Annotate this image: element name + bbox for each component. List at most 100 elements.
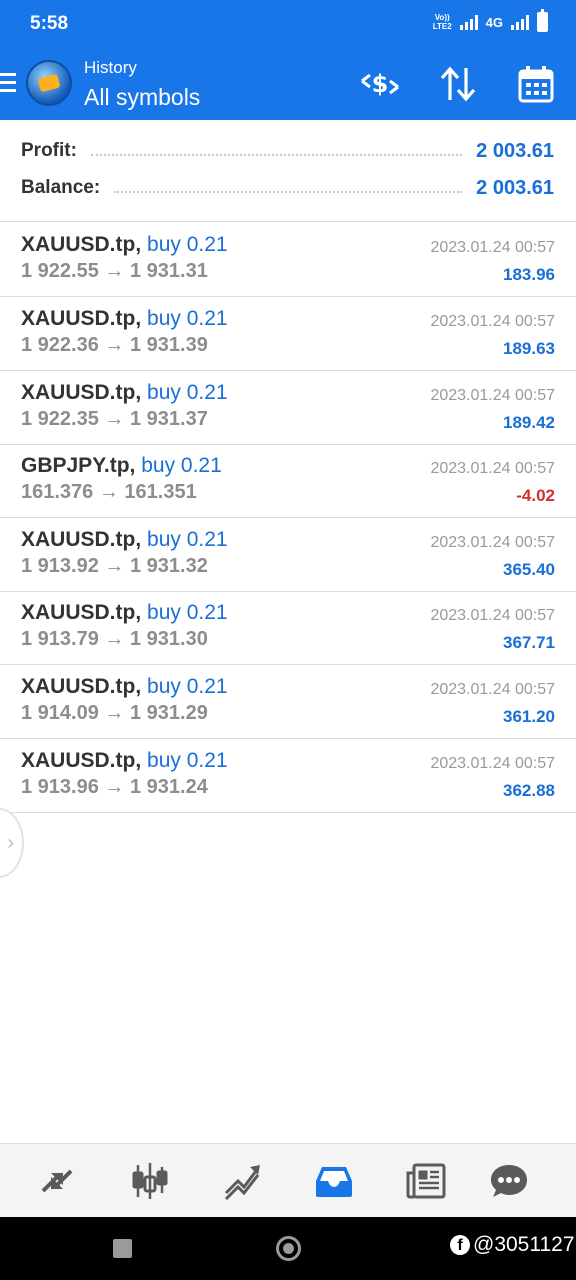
status-bar: 5:58 Vo)) LTE2 4G (0, 0, 576, 48)
arrow-icon: → (104, 260, 125, 282)
arrow-icon: → (104, 334, 125, 356)
balance-value: 2 003.61 (476, 176, 554, 199)
status-time: 5:58 (30, 13, 69, 34)
deal-open-price: 161.376 (21, 481, 94, 503)
deal-row[interactable]: XAUUSD.tp, buy 0.21 1 913.79 → 1 931.30 … (0, 591, 576, 665)
deal-open-price: 1 922.55 (21, 260, 99, 282)
dotted-leader (114, 191, 463, 193)
profit-value: 2 003.61 (476, 139, 554, 162)
deal-time: 2023.01.24 00:57 (430, 755, 555, 772)
deal-symbol: XAUUSD.tp, (21, 307, 142, 330)
deal-type: buy 0.21 (147, 233, 228, 256)
deal-profit: 189.63 (503, 339, 555, 358)
deal-profit: 189.42 (503, 413, 555, 432)
home-button[interactable] (276, 1236, 301, 1261)
svg-text:$: $ (372, 70, 389, 98)
deal-profit: 365.40 (503, 560, 555, 579)
page-subtitle: History (84, 58, 137, 77)
balance-row: Balance: 2 003.61 (21, 173, 554, 203)
deal-close-price: 161.351 (124, 481, 197, 503)
deal-time: 2023.01.24 00:57 (430, 534, 555, 551)
menu-icon[interactable] (0, 73, 16, 93)
deal-row[interactable]: XAUUSD.tp, buy 0.21 1 922.35 → 1 931.37 … (0, 371, 576, 445)
app-logo[interactable] (26, 60, 72, 106)
deal-open-price: 1 914.09 (21, 702, 99, 724)
news-icon[interactable] (380, 1144, 472, 1218)
deal-row[interactable]: XAUUSD.tp, buy 0.21 1 913.96 → 1 931.24 … (0, 739, 576, 813)
deal-symbol: XAUUSD.tp, (21, 675, 142, 698)
deal-profit: -4.02 (516, 486, 555, 505)
deal-row[interactable]: XAUUSD.tp, buy 0.21 1 922.36 → 1 931.39 … (0, 297, 576, 371)
arrow-icon: → (104, 776, 125, 798)
quotes-icon[interactable] (11, 1144, 103, 1218)
system-nav-bar: f @3051127 (0, 1217, 576, 1280)
deal-type: buy 0.21 (147, 307, 228, 330)
calendar-icon[interactable] (514, 64, 558, 104)
arrow-icon: → (104, 555, 125, 577)
deal-type: buy 0.21 (141, 454, 222, 477)
deal-time: 2023.01.24 00:57 (430, 460, 555, 477)
chart-icon[interactable] (104, 1144, 196, 1218)
volte-icon: Vo)) LTE2 (432, 13, 452, 31)
deal-symbol: XAUUSD.tp, (21, 601, 142, 624)
battery-icon (537, 9, 548, 32)
sort-icon[interactable] (436, 64, 480, 104)
status-icons: Vo)) LTE2 4G (432, 9, 548, 32)
deal-symbol: XAUUSD.tp, (21, 749, 142, 772)
deal-profit: 183.96 (503, 265, 555, 284)
deal-close-price: 1 931.30 (129, 628, 208, 650)
deal-row[interactable]: XAUUSD.tp, buy 0.21 1 913.92 → 1 931.32 … (0, 518, 576, 592)
deal-time: 2023.01.24 00:57 (430, 387, 555, 404)
deal-open-price: 1 913.92 (21, 555, 99, 577)
deal-close-price: 1 931.31 (129, 260, 208, 282)
deal-close-price: 1 931.37 (129, 408, 208, 430)
signal-icon (459, 14, 478, 30)
deal-type: buy 0.21 (147, 381, 228, 404)
arrow-icon: → (98, 481, 119, 503)
deal-time: 2023.01.24 00:57 (430, 681, 555, 698)
deal-row[interactable]: GBPJPY.tp, buy 0.21 161.376 → 161.351 20… (0, 444, 576, 518)
deal-close-price: 1 931.29 (129, 702, 208, 724)
deal-time: 2023.01.24 00:57 (430, 239, 555, 256)
network-type: 4G (485, 14, 503, 30)
deal-close-price: 1 931.32 (129, 555, 208, 577)
page-title[interactable]: All symbols (84, 84, 200, 111)
app-bar: History All symbols $ (0, 48, 576, 120)
side-drawer-handle[interactable]: › (0, 808, 24, 878)
deal-type: buy 0.21 (147, 601, 228, 624)
deal-time: 2023.01.24 00:57 (430, 313, 555, 330)
chat-icon[interactable] (463, 1144, 555, 1218)
dotted-leader (90, 154, 463, 156)
deal-row[interactable]: XAUUSD.tp, buy 0.21 1 914.09 → 1 931.29 … (0, 665, 576, 739)
chevron-right-icon: › (7, 832, 14, 854)
deal-type: buy 0.21 (147, 675, 228, 698)
deal-close-price: 1 931.24 (129, 776, 208, 798)
deal-symbol: XAUUSD.tp, (21, 528, 142, 551)
deal-profit: 362.88 (503, 781, 555, 800)
arrow-icon: → (104, 702, 125, 724)
deal-open-price: 1 922.35 (21, 408, 99, 430)
deal-profit: 367.71 (503, 633, 555, 652)
facebook-icon: f (450, 1235, 470, 1255)
deal-type: buy 0.21 (147, 749, 228, 772)
profit-row: Profit: 2 003.61 (21, 136, 554, 166)
signal-icon-2 (511, 14, 529, 30)
profit-label: Profit: (21, 140, 77, 161)
watermark-text: @3051127 (473, 1233, 575, 1256)
deal-type: buy 0.21 (147, 528, 228, 551)
history-icon[interactable] (288, 1144, 380, 1218)
deal-symbol: GBPJPY.tp, (21, 454, 136, 477)
recents-button[interactable] (113, 1239, 132, 1258)
deal-symbol: XAUUSD.tp, (21, 381, 142, 404)
deal-row[interactable]: XAUUSD.tp, buy 0.21 1 922.55 → 1 931.31 … (0, 223, 576, 297)
account-summary: Profit: 2 003.61 Balance: 2 003.61 (0, 120, 576, 222)
trade-icon[interactable] (196, 1144, 288, 1218)
balance-label: Balance: (21, 177, 101, 198)
bottom-nav (0, 1143, 576, 1217)
watermark: f @3051127 (450, 1233, 575, 1257)
currency-exchange-icon[interactable]: $ (358, 64, 402, 104)
arrow-icon: → (104, 628, 125, 650)
deal-open-price: 1 913.96 (21, 776, 99, 798)
deal-open-price: 1 922.36 (21, 334, 99, 356)
deal-open-price: 1 913.79 (21, 628, 99, 650)
